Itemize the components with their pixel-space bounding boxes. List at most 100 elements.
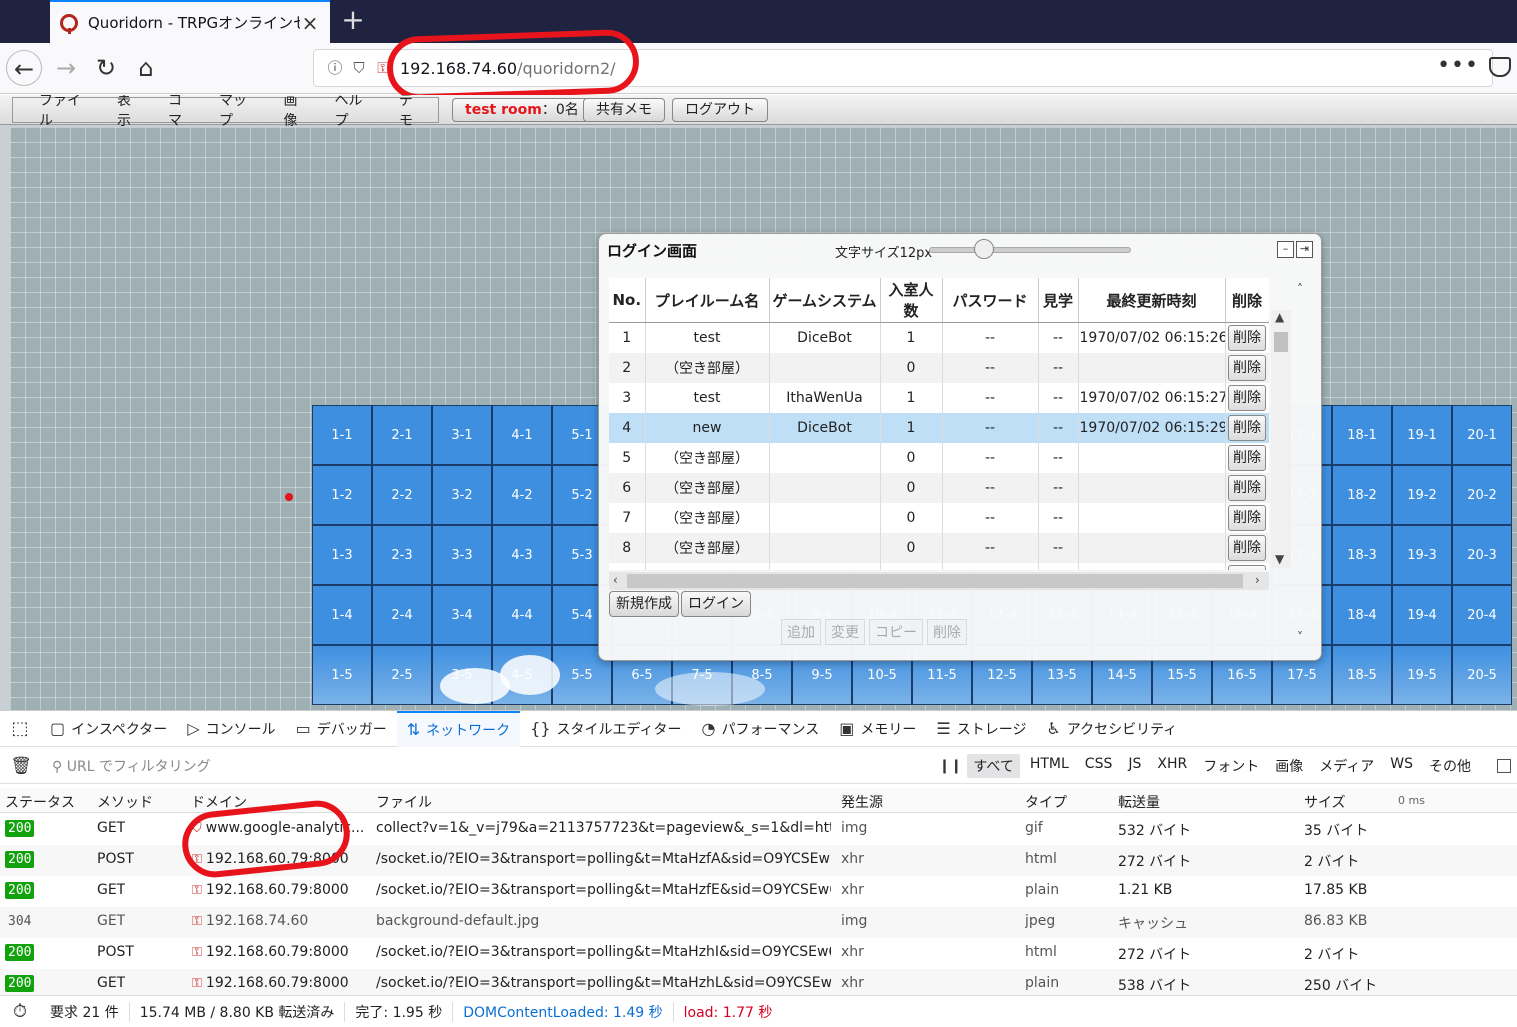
logout-button[interactable]: ログアウト [672,98,768,122]
element-picker-icon[interactable]: ⬚ [0,718,40,739]
col-header[interactable]: 最終更新時刻 [1078,278,1226,323]
delete-room-button[interactable]: 削除 [1228,564,1266,570]
delete-room-button[interactable]: 削除 [1228,534,1266,561]
shield-icon[interactable]: ⛉ [348,57,370,79]
room-row[interactable]: 1 test DiceBot 1 -- -- 1970/07/02 06:15:26 削除 [609,322,1269,353]
page-actions-icon[interactable]: ••• [1437,53,1479,78]
login-button[interactable]: ログイン [681,591,751,617]
col-header[interactable]: ゲームシステム [769,278,881,323]
map-cell[interactable]: 20-1 [1452,405,1512,465]
type-filter-button[interactable]: 画像 [1269,754,1309,778]
persist-logs-checkbox[interactable] [1497,758,1511,773]
pocket-icon[interactable] [1489,57,1511,77]
browser-tab[interactable]: Quoridorn - TRPGオンラインセッシ × [50,0,330,43]
map-cell[interactable]: 1-4 [312,585,372,645]
map-cell[interactable]: 4-4 [492,585,552,645]
map-cell[interactable]: 19-5 [1392,645,1452,705]
devtools-tab-performance[interactable]: ◔ パフォーマンス [692,711,830,747]
window-scroll-up-icon[interactable]: ˄ [1297,282,1303,296]
delete-room-button[interactable]: 削除 [1228,474,1266,501]
devtools-tab-inspector[interactable]: ▢ インスペクター [40,711,177,747]
minimize-icon[interactable]: – [1277,241,1294,258]
map-cell[interactable]: 18-3 [1332,525,1392,585]
network-request-row[interactable]: 200 POST ⚿ 192.168.60.79:8000/socket.io/?EI… [0,938,1517,969]
map-cell[interactable]: 2-1 [372,405,432,465]
type-filter-button[interactable]: すべて [967,753,1020,778]
menu-piece[interactable]: コマ [156,95,207,130]
room-row[interactable]: 8 （空き部屋） 0 -- -- 削除 [609,532,1269,563]
delete-room-button[interactable]: 削除 [1228,384,1266,411]
font-size-slider[interactable] [929,247,1131,253]
home-icon[interactable]: ⌂ [128,50,164,86]
map-cell[interactable]: 1-3 [312,525,372,585]
delete-room-button[interactable]: 削除 [1228,414,1266,441]
url-filter-input[interactable]: ⚲ URL でフィルタリング [42,756,935,776]
map-cell[interactable]: 4-3 [492,525,552,585]
new-tab-icon[interactable]: + [338,5,368,35]
map-cell[interactable]: 18-5 [1332,645,1392,705]
col-waterfall[interactable]: 0 ms [1398,794,1425,807]
delete-room-button[interactable]: 削除 [1228,504,1266,531]
col-type[interactable]: タイプ [1025,792,1067,812]
map-cell[interactable]: 2-4 [372,585,432,645]
map-cell[interactable]: 1-5 [312,645,372,705]
map-cell[interactable]: 3-3 [432,525,492,585]
menu-help[interactable]: ヘルプ [323,95,388,130]
devtools-tab-accessibility[interactable]: ♿ アクセシビリティ [1036,711,1187,747]
map-cell[interactable]: 4-1 [492,405,552,465]
type-filter-button[interactable]: メディア [1313,754,1380,778]
shared-memo-button[interactable]: 共有メモ [583,98,665,122]
network-request-row[interactable]: 200 GET ⚿ 192.168.60.79:8000/socket.io/?EIO… [0,876,1517,907]
map-cell[interactable]: 19-2 [1392,465,1452,525]
menu-file[interactable]: ファイル [27,95,105,130]
menu-image[interactable]: 画像 [272,95,323,130]
map-cell[interactable]: 19-4 [1392,585,1452,645]
type-filter-button[interactable]: CSS [1079,754,1119,778]
col-header[interactable]: パスワード [942,278,1039,323]
col-transferred[interactable]: 転送量 [1118,792,1160,812]
map-cell[interactable]: 1-2 [312,465,372,525]
type-filter-button[interactable]: JS [1122,754,1147,778]
room-info-button[interactable]: test room：0名 [452,98,592,122]
window-scroll-down-icon[interactable]: ˅ [1297,630,1303,644]
close-icon[interactable]: × [300,11,320,35]
room-table-hscroll[interactable]: ‹ › [609,572,1269,590]
trash-icon[interactable]: 🗑 [0,756,42,776]
col-header[interactable]: 削除 [1225,278,1269,323]
scroll-up-icon[interactable]: ▲ [1275,310,1284,324]
room-row[interactable]: 7 （空き部屋） 0 -- -- 削除 [609,502,1269,533]
col-size[interactable]: サイズ [1304,792,1346,812]
type-filter-button[interactable]: WS [1384,754,1419,778]
map-cell[interactable]: 20-3 [1452,525,1512,585]
type-filter-button[interactable]: フォント [1197,754,1265,778]
map-cell[interactable]: 4-2 [492,465,552,525]
menu-view[interactable]: 表示 [105,95,156,130]
map-cell[interactable]: 20-4 [1452,585,1512,645]
col-status[interactable]: ステータス [5,792,75,812]
room-row[interactable]: 6 （空き部屋） 0 -- -- 削除 [609,472,1269,503]
col-cause[interactable]: 発生源 [841,792,883,812]
font-size-slider-thumb[interactable] [974,239,994,259]
map-marker[interactable] [285,493,293,501]
hscroll-thumb[interactable] [627,574,1243,588]
network-request-row[interactable]: 304 GET ⚿ 192.168.74.60 background-default.j… [0,907,1517,938]
map-cell[interactable]: 19-3 [1392,525,1452,585]
map-cell[interactable]: 18-1 [1332,405,1392,465]
map-cell[interactable]: 18-4 [1332,585,1392,645]
new-room-button[interactable]: 新規作成 [609,591,679,617]
map-cell[interactable]: 18-2 [1332,465,1392,525]
map-cell[interactable]: 20-5 [1452,645,1512,705]
scroll-right-icon[interactable]: › [1255,573,1260,587]
devtools-tab-style-editor[interactable]: {} スタイルエディター [520,711,691,747]
devtools-tab-debugger[interactable]: ▭ デバッガー [286,711,397,747]
map-cell[interactable]: 3-4 [432,585,492,645]
back-icon[interactable]: ← [6,50,42,86]
room-row[interactable]: 4 new DiceBot 1 -- -- 1970/07/02 06:15:29 削除 [609,412,1269,443]
scroll-left-icon[interactable]: ‹ [613,573,618,587]
delete-room-button[interactable]: 削除 [1228,444,1266,471]
reload-icon[interactable]: ↻ [88,50,124,86]
menu-map[interactable]: マップ [207,95,272,130]
room-table-vscroll[interactable]: ▲ ▼ [1271,310,1291,568]
scroll-down-icon[interactable]: ▼ [1275,552,1284,566]
delete-room-button[interactable]: 削除 [1228,354,1266,381]
